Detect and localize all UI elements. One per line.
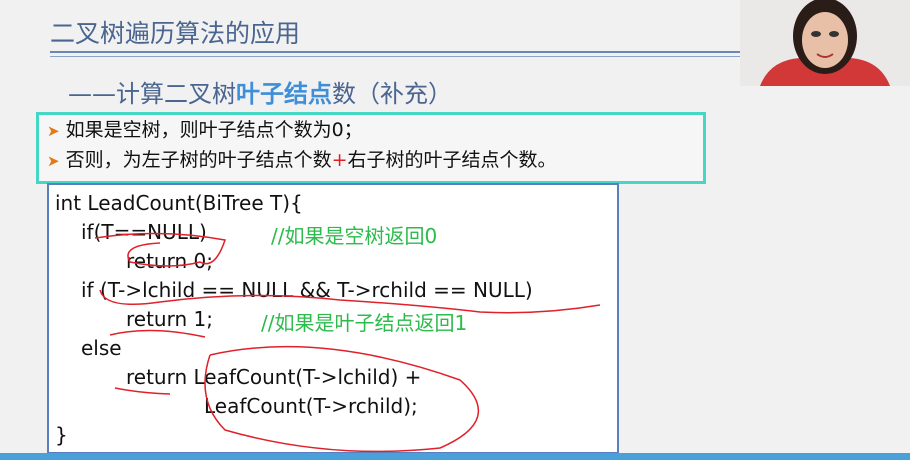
code-line: return 1;: [126, 307, 213, 331]
subtitle-prefix: ——计算二叉树: [68, 80, 236, 108]
bullet-text: 如果是空树，则叶子结点个数为0；: [65, 119, 363, 141]
code-line: if(T==NULL): [81, 220, 207, 244]
code-comment: //如果是叶子结点返回1: [261, 311, 468, 335]
presenter-video-icon: [740, 0, 910, 86]
bottom-bar: [0, 453, 910, 460]
code-line: int LeadCount(BiTree T){: [55, 191, 303, 215]
code-line: if (T->lchild == NULL && T->rchild == NU…: [81, 278, 533, 302]
plus-sign: +: [331, 149, 348, 171]
subtitle-highlight: 叶子结点: [236, 80, 332, 108]
code-block: int LeadCount(BiTree T){ if(T==NULL) //如…: [47, 183, 619, 454]
arrow-bullet-icon: ➤: [47, 122, 60, 140]
slide-subtitle: ——计算二叉树叶子结点数（补充）: [68, 74, 452, 109]
bullet-item: ➤ 如果是空树，则叶子结点个数为0；: [39, 115, 703, 145]
slide-title: 二叉树遍历算法的应用: [50, 19, 301, 48]
bullet-text: 右子树的叶子结点个数。: [347, 149, 557, 171]
code-line: return LeafCount(T->lchild) +: [126, 365, 422, 389]
bullet-text: 否则，为左子树的叶子结点个数: [65, 149, 332, 171]
code-comment: //如果是空树返回0: [271, 224, 438, 248]
bullet-item: ➤ 否则，为左子树的叶子结点个数+右子树的叶子结点个数。: [39, 145, 703, 175]
webcam-video: [740, 0, 910, 86]
arrow-bullet-icon: ➤: [47, 152, 60, 170]
code-line: LeafCount(T->rchild);: [204, 394, 418, 418]
code-line: }: [55, 423, 68, 447]
title-divider-thin: [50, 56, 750, 57]
code-line: else: [81, 336, 122, 360]
code-line: return 0;: [126, 249, 213, 273]
title-divider: [50, 51, 750, 53]
subtitle-suffix: 数（补充）: [332, 80, 452, 108]
rules-box: ➤ 如果是空树，则叶子结点个数为0； ➤ 否则，为左子树的叶子结点个数+右子树的叶子…: [36, 112, 706, 184]
